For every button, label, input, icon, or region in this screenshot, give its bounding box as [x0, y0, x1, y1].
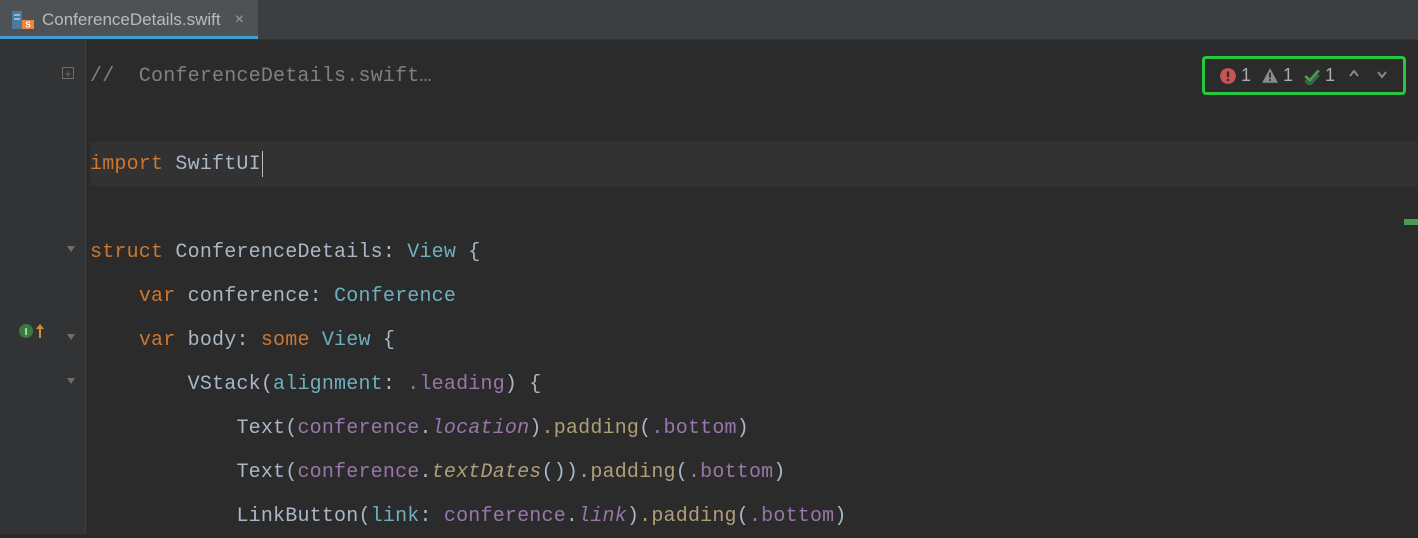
collapse-fold-icon[interactable] [64, 375, 78, 389]
code-line[interactable]: var body: some View { [90, 318, 1418, 362]
editor-tab[interactable]: S ConferenceDetails.swift × [0, 0, 258, 39]
keyword-token: some [261, 329, 310, 352]
type-token: VStack [188, 373, 261, 396]
keyword-token: import [90, 153, 163, 176]
method-token: .padding [578, 461, 676, 484]
punct-token: ) [834, 505, 846, 528]
type-token: ConferenceDetails [175, 241, 382, 264]
keyword-token: var [139, 285, 176, 308]
text-caret [262, 151, 263, 177]
punct-token: ( [358, 505, 370, 528]
editor-pane: I + // ConferenceDetails.swift… import S… [0, 40, 1418, 534]
ident-token: conference [188, 285, 310, 308]
property-token: location [432, 417, 530, 440]
method-token: .padding [639, 505, 737, 528]
diff-marker [1404, 219, 1418, 225]
protocol-token: View [322, 329, 371, 352]
prev-highlight-icon[interactable] [1345, 65, 1363, 86]
active-tab-indicator [0, 36, 258, 39]
ident-token: body [188, 329, 237, 352]
punct-token: : [383, 241, 395, 264]
next-highlight-icon[interactable] [1373, 65, 1391, 86]
punct-token: : [383, 373, 395, 396]
punct-token: ) [773, 461, 785, 484]
warning-indicator[interactable]: 1 [1261, 65, 1293, 86]
punct-token: : [419, 505, 431, 528]
arg-label-token: link [371, 505, 420, 528]
protocol-token: View [407, 241, 456, 264]
comment-token: ConferenceDetails.swift… [114, 65, 431, 88]
code-line[interactable]: Text(conference.location).padding(.botto… [90, 406, 1418, 450]
enum-token: .bottom [651, 417, 736, 440]
punct-token: : [310, 285, 322, 308]
punct-token: . [419, 417, 431, 440]
keyword-token: var [139, 329, 176, 352]
punct-token: : [236, 329, 248, 352]
fold-gutter: + [56, 40, 86, 534]
code-line-blank[interactable] [90, 186, 1418, 230]
punct-token: { [456, 241, 480, 264]
method-token: .padding [542, 417, 640, 440]
punct-token: ( [285, 461, 297, 484]
expand-fold-icon[interactable]: + [62, 67, 74, 79]
editor-tab-label: ConferenceDetails.swift [42, 10, 221, 30]
enum-token: .bottom [749, 505, 834, 528]
module-token: SwiftUI [175, 153, 260, 176]
punct-token: ( [639, 417, 651, 440]
code-area[interactable]: // ConferenceDetails.swift… import Swift… [86, 40, 1418, 534]
svg-text:S: S [25, 20, 31, 29]
typo-check-icon [1303, 67, 1321, 85]
collapse-fold-icon[interactable] [64, 243, 78, 257]
enum-token: .leading [407, 373, 505, 396]
inspections-widget: 1 1 1 [1202, 56, 1406, 95]
override-gutter-icon[interactable]: I [18, 323, 44, 339]
type-token: LinkButton [236, 505, 358, 528]
code-line-current[interactable]: import SwiftUI [90, 142, 1418, 186]
punct-token: . [566, 505, 578, 528]
punct-token: ) [627, 505, 639, 528]
code-line-blank[interactable] [90, 98, 1418, 142]
warning-count: 1 [1283, 65, 1293, 86]
error-icon [1219, 67, 1237, 85]
punct-token: ( [285, 417, 297, 440]
swift-file-icon: S [12, 11, 34, 29]
code-line[interactable]: LinkButton(link: conference.link).paddin… [90, 494, 1418, 538]
ident-token: conference [297, 461, 419, 484]
error-count: 1 [1241, 65, 1251, 86]
property-token: link [578, 505, 627, 528]
ident-token: conference [444, 505, 566, 528]
typo-indicator[interactable]: 1 [1303, 65, 1335, 86]
typo-count: 1 [1325, 65, 1335, 86]
punct-token: ) [529, 417, 541, 440]
punct-token: ( [737, 505, 749, 528]
punct-token: ()) [542, 461, 579, 484]
ident-token: conference [297, 417, 419, 440]
punct-token: { [371, 329, 395, 352]
arg-label-token: alignment [273, 373, 383, 396]
comment-token: // [90, 65, 114, 88]
keyword-token: struct [90, 241, 163, 264]
code-line[interactable]: VStack(alignment: .leading) { [90, 362, 1418, 406]
punct-token: ) { [505, 373, 542, 396]
gutter-markers: I [0, 40, 56, 534]
close-tab-icon[interactable]: × [235, 11, 245, 29]
svg-text:I: I [25, 327, 28, 338]
code-line[interactable]: var conference: Conference [90, 274, 1418, 318]
warning-icon [1261, 67, 1279, 85]
method-token: textDates [432, 461, 542, 484]
punct-token: ) [737, 417, 749, 440]
enum-token: .bottom [688, 461, 773, 484]
punct-token: ( [676, 461, 688, 484]
code-line[interactable]: Text(conference.textDates()).padding(.bo… [90, 450, 1418, 494]
type-token: Conference [334, 285, 456, 308]
code-line[interactable]: struct ConferenceDetails: View { [90, 230, 1418, 274]
punct-token: . [419, 461, 431, 484]
type-token: Text [236, 417, 285, 440]
editor-tab-bar: S ConferenceDetails.swift × [0, 0, 1418, 40]
type-token: Text [236, 461, 285, 484]
error-indicator[interactable]: 1 [1219, 65, 1251, 86]
collapse-fold-icon[interactable] [64, 331, 78, 345]
